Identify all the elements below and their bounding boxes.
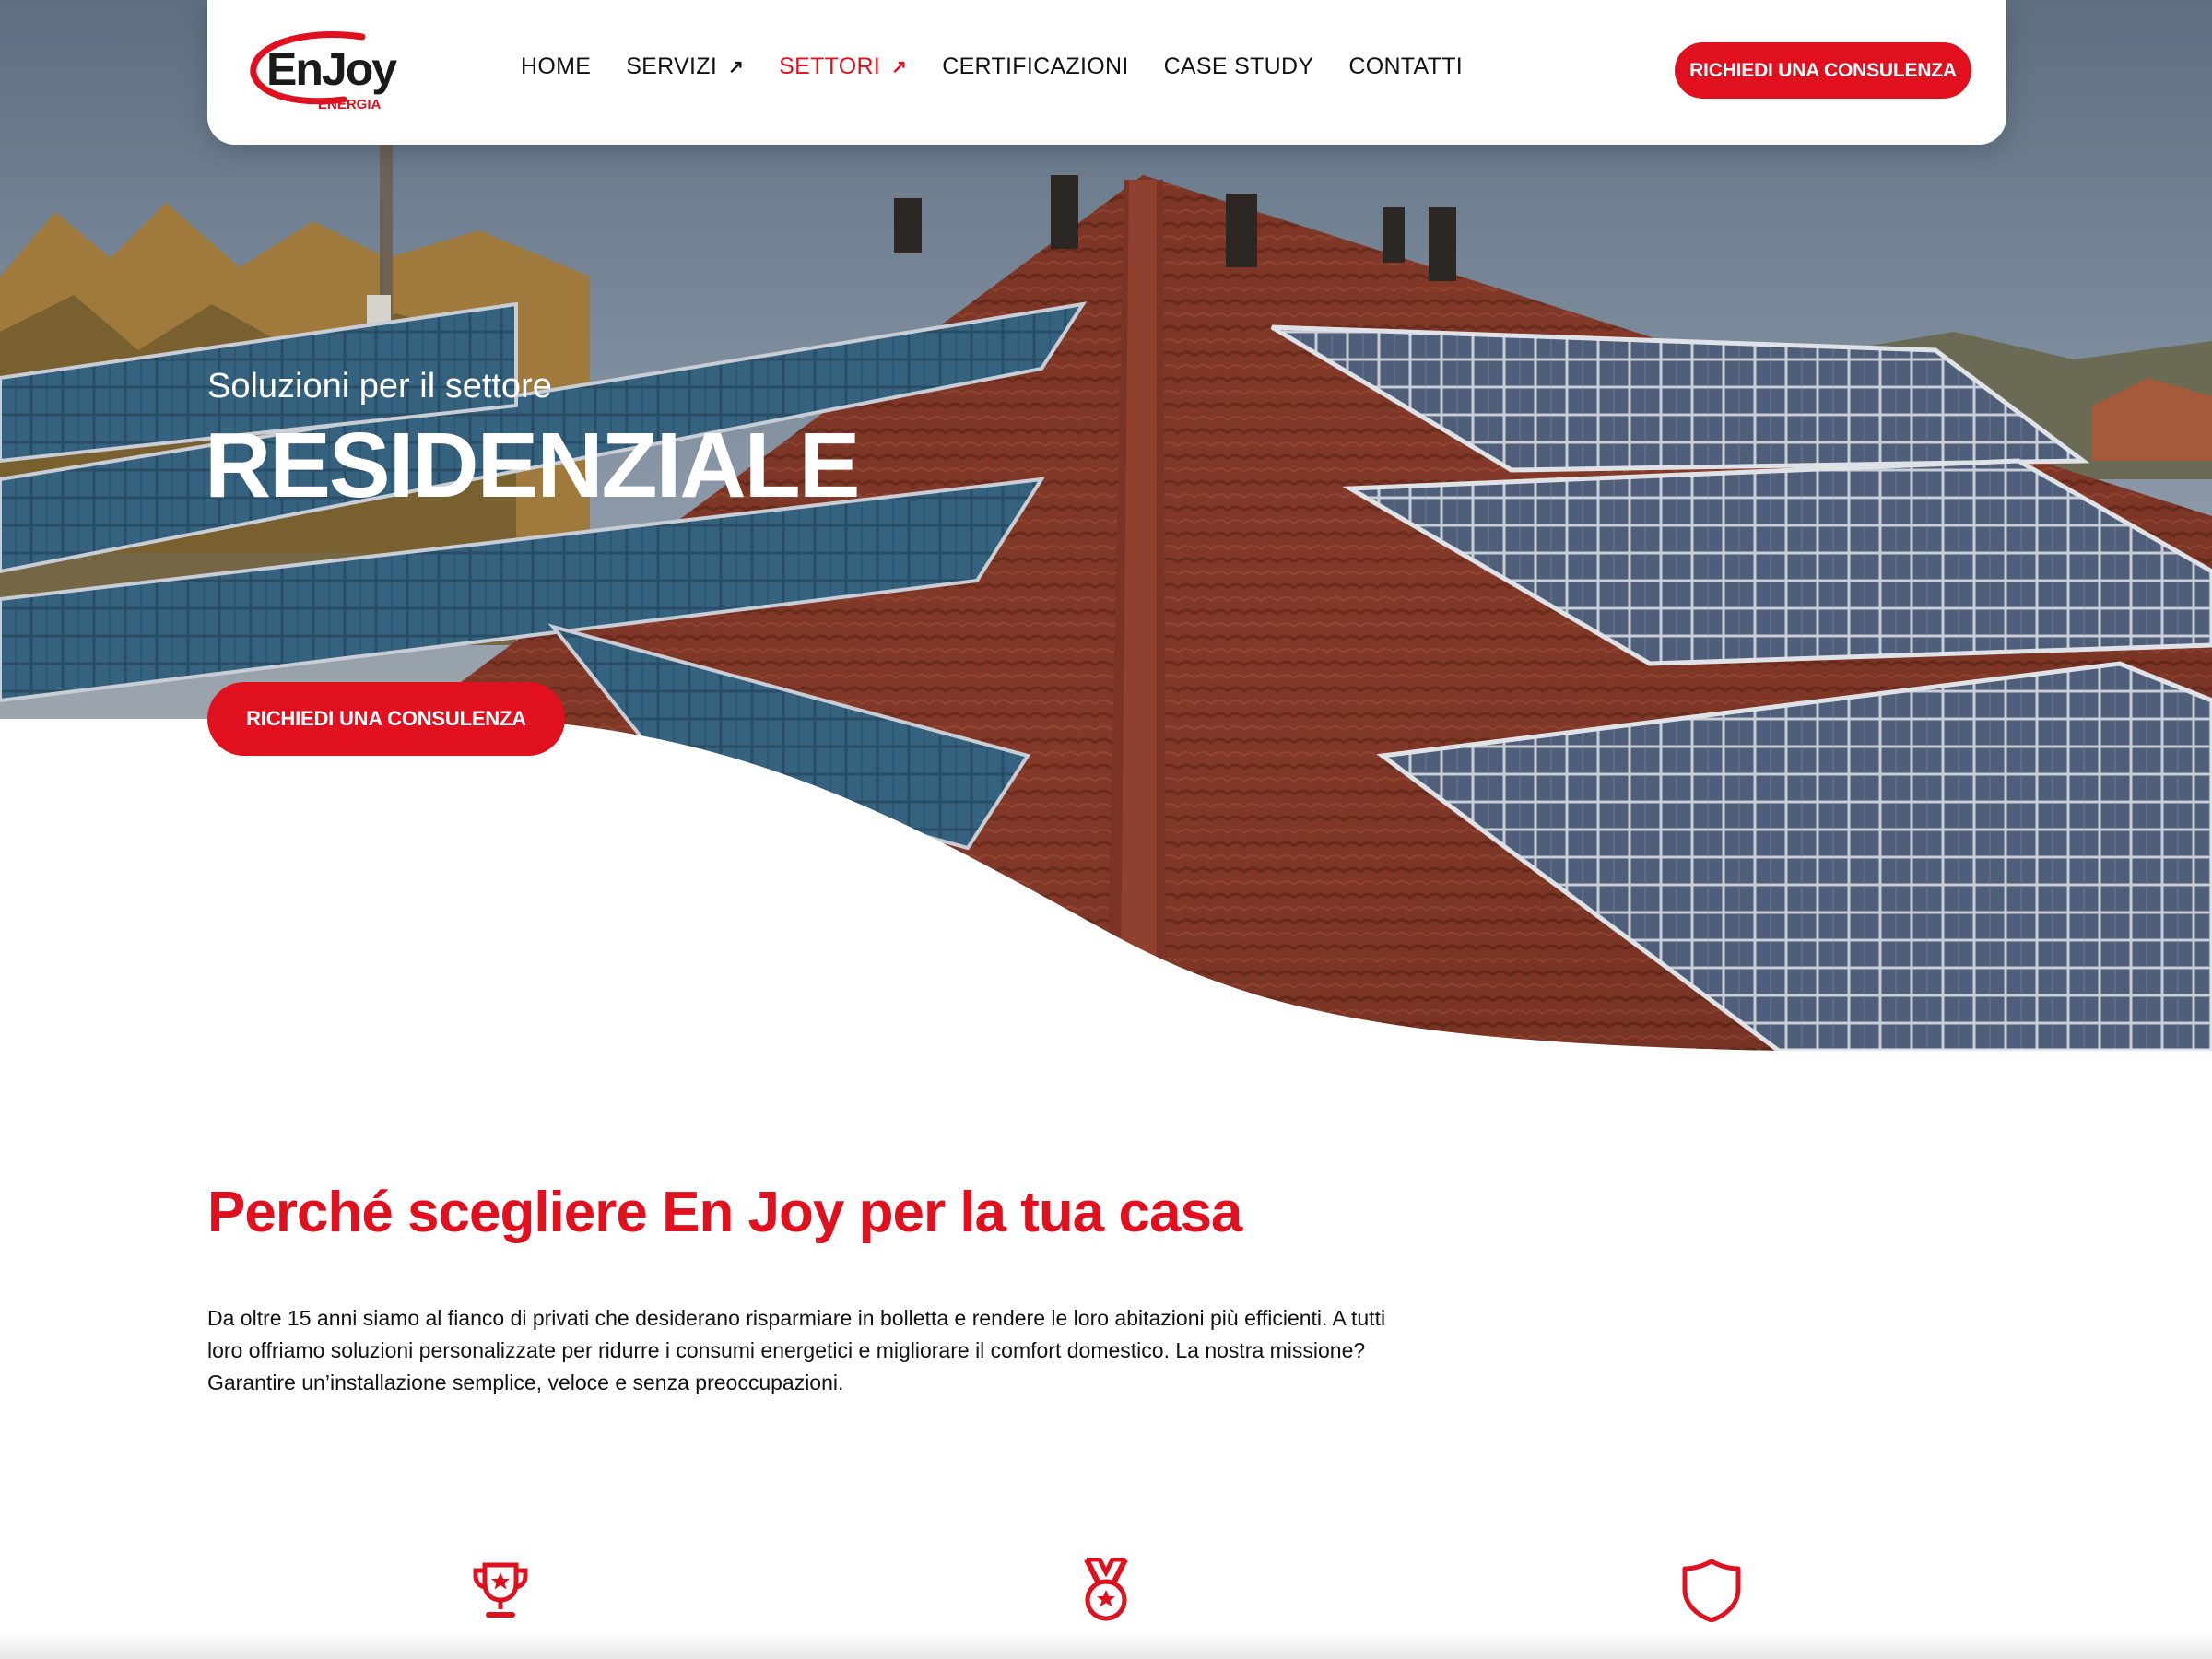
header-consultation-button[interactable]: RICHIEDI UNA CONSULENZA [1675, 42, 1971, 99]
site-header: EnJoy ENERGIA HOME SERVIZI ↗ SETTORI ↗ C… [207, 0, 2006, 145]
hero-consultation-button[interactable]: RICHIEDI UNA CONSULENZA [207, 682, 565, 756]
nav-contatti[interactable]: CONTATTI [1348, 53, 1463, 80]
nav-home-label: HOME [521, 53, 592, 79]
nav-certificazioni-label: CERTIFICAZIONI [942, 53, 1129, 79]
nav-case-study-label: CASE STUDY [1163, 53, 1314, 79]
nav-case-study[interactable]: CASE STUDY [1164, 53, 1314, 80]
features-row [0, 1557, 2212, 1631]
why-section-text: Da oltre 15 anni siamo al fianco di priv… [207, 1306, 1386, 1394]
arrow-up-right-icon: ↗ [728, 57, 745, 77]
nav-settori-label: SETTORI [779, 53, 881, 79]
page-bottom-shadow [0, 1631, 2212, 1659]
nav-servizi-label: SERVIZI [626, 53, 718, 79]
main-navigation: HOME SERVIZI ↗ SETTORI ↗ CERTIFICAZIONI … [521, 53, 1498, 80]
shield-icon [1679, 1558, 1744, 1623]
hero-background-image [0, 0, 2212, 1051]
nav-contatti-label: CONTATTI [1348, 53, 1464, 79]
nav-certificazioni[interactable]: CERTIFICAZIONI [942, 53, 1128, 80]
enjoy-logo-icon: EnJoy ENERGIA [250, 31, 399, 112]
hero-section [0, 0, 2212, 1051]
nav-home[interactable]: HOME [521, 53, 591, 80]
why-section-title: Perché scegliere En Joy per la tua casa [207, 1181, 1242, 1244]
enjoy-logo[interactable]: EnJoy ENERGIA [242, 20, 399, 122]
arrow-up-right-icon: ↗ [891, 57, 908, 77]
hero-title: RESIDENZIALE [205, 414, 860, 517]
nav-settori[interactable]: SETTORI ↗ [779, 53, 907, 80]
logo-subtitle: ENERGIA [318, 97, 382, 112]
logo-wordmark: EnJoy [266, 43, 397, 95]
trophy-icon [468, 1558, 533, 1622]
nav-servizi[interactable]: SERVIZI ↗ [626, 53, 744, 80]
hero-subtitle: Soluzioni per il settore [207, 367, 552, 406]
medal-icon [1074, 1557, 1138, 1622]
